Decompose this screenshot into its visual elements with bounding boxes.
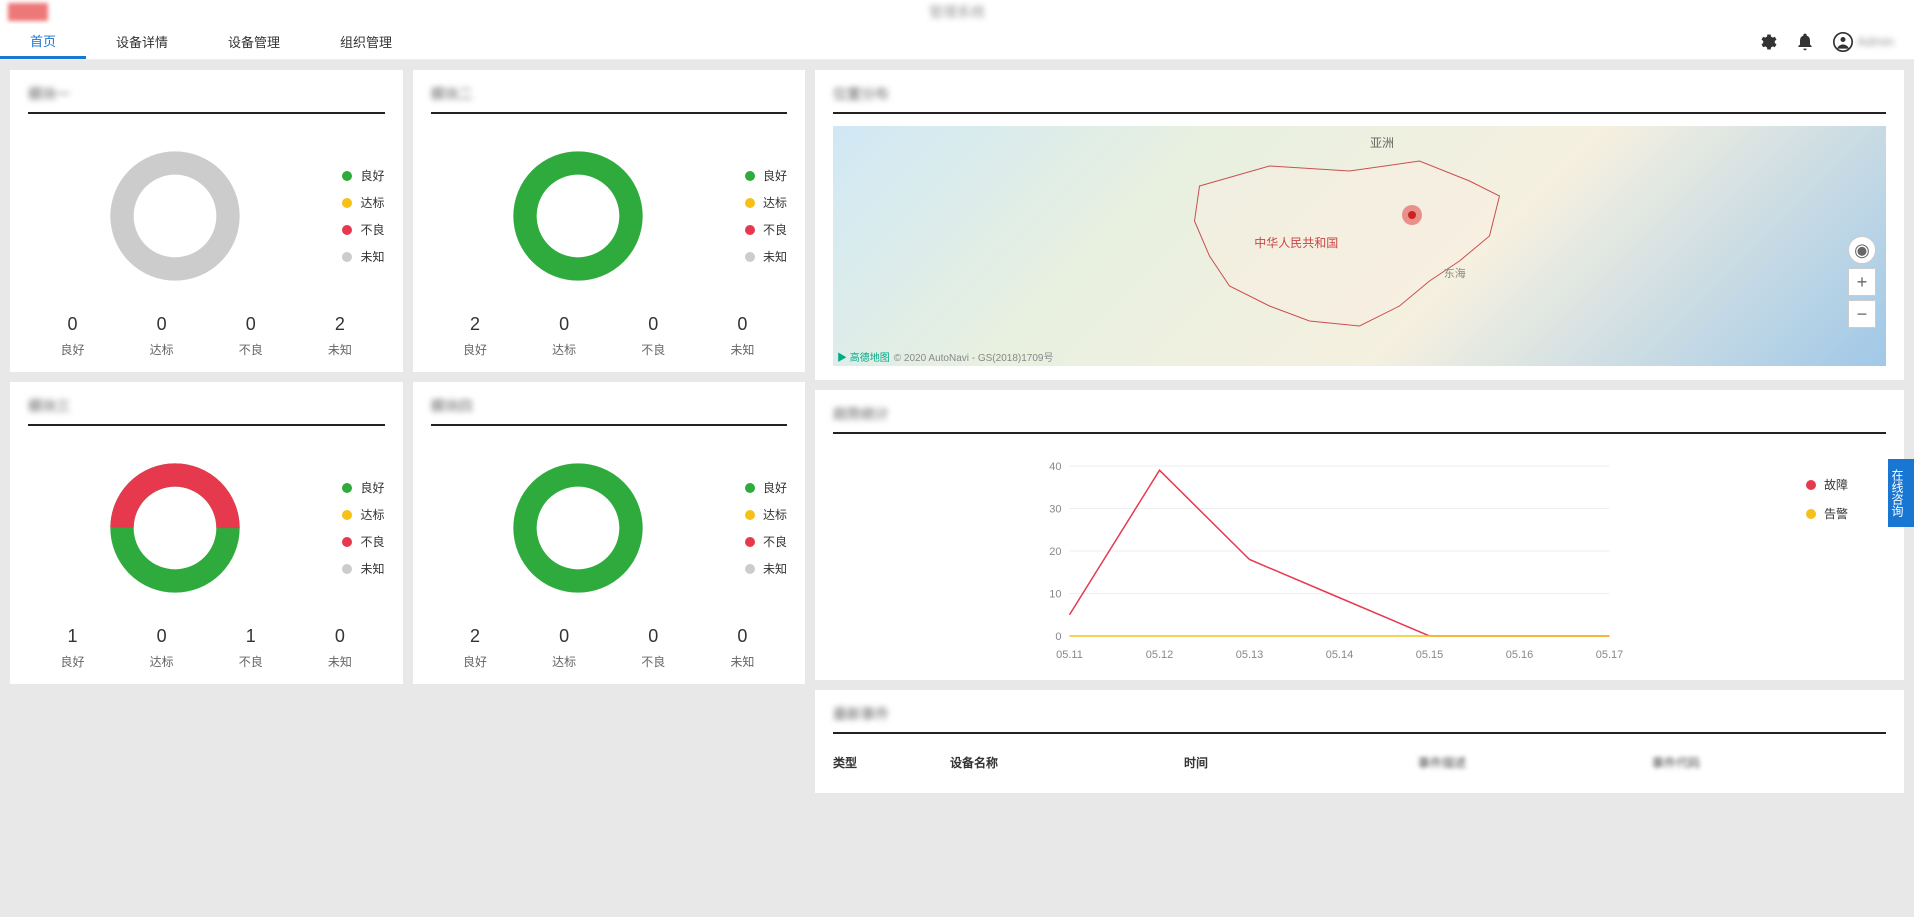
map-label-continent: 亚洲 xyxy=(1370,134,1394,151)
nav-tab-device-detail[interactable]: 设备详情 xyxy=(86,24,198,59)
nav-tabs: 首页 设备详情 设备管理 组织管理 xyxy=(0,24,422,59)
map-zoom-in-button[interactable]: + xyxy=(1848,268,1876,296)
dot-pass xyxy=(342,198,352,208)
svg-text:05.16: 05.16 xyxy=(1506,649,1534,661)
legend: 良好 达标 不良 未知 xyxy=(342,167,384,265)
svg-text:30: 30 xyxy=(1049,504,1061,516)
card-title: 模块一 xyxy=(28,86,70,102)
map-zoom-out-button[interactable]: − xyxy=(1848,300,1876,328)
map-card: 位置分布 亚洲 中华人民共和国 东海 ◉ + − ▶ 高德地图 © 2020 A… xyxy=(815,70,1904,380)
card-title: 最新事件 xyxy=(833,706,889,722)
svg-text:05.11: 05.11 xyxy=(1056,649,1083,661)
nav-tab-home[interactable]: 首页 xyxy=(0,24,86,59)
card-title: 模块四 xyxy=(431,398,473,414)
map-locate-button[interactable]: ◉ xyxy=(1848,236,1876,264)
svg-text:05.14: 05.14 xyxy=(1326,649,1354,661)
th-device: 设备名称 xyxy=(950,754,1184,771)
th-time: 时间 xyxy=(1184,754,1418,771)
donut-chart-1 xyxy=(105,146,245,286)
user-menu[interactable]: Admin xyxy=(1833,32,1894,52)
dot-bad xyxy=(342,225,352,235)
map-label-sea: 东海 xyxy=(1444,265,1466,281)
left-column: 模块一 良好 达标 不良 未知 0良好 0达标 0不良 2未知 xyxy=(10,70,805,793)
svg-text:40: 40 xyxy=(1049,461,1061,473)
right-column: 位置分布 亚洲 中华人民共和国 东海 ◉ + − ▶ 高德地图 © 2020 A… xyxy=(815,70,1904,793)
svg-text:10: 10 xyxy=(1049,589,1061,601)
nav-tab-device-manage[interactable]: 设备管理 xyxy=(198,24,310,59)
svg-text:05.15: 05.15 xyxy=(1416,649,1444,661)
donut-chart-2 xyxy=(508,146,648,286)
user-icon xyxy=(1833,32,1853,52)
map-controls: ◉ + − xyxy=(1848,236,1876,328)
card-title: 位置分布 xyxy=(833,86,889,102)
donut-chart-4 xyxy=(508,458,648,598)
stats-row: 0良好 0达标 0不良 2未知 xyxy=(28,314,385,358)
svg-text:0: 0 xyxy=(1055,631,1061,643)
user-name: Admin xyxy=(1857,34,1894,49)
nav-right: Admin xyxy=(1757,32,1914,52)
status-card-4: 模块四 良好 达标 不良 未知 2良好 0达标 0不良 0未知 xyxy=(413,382,806,684)
app-title: 管理系统 xyxy=(929,2,985,22)
status-card-1: 模块一 良好 达标 不良 未知 0良好 0达标 0不良 2未知 xyxy=(10,70,403,372)
bell-icon[interactable] xyxy=(1795,32,1815,52)
svg-text:05.13: 05.13 xyxy=(1236,649,1264,661)
latest-events-card: 最新事件 类型 设备名称 时间 事件描述 事件代码 xyxy=(815,690,1904,793)
map-attribution: ▶ 高德地图 © 2020 AutoNavi - GS(2018)1709号 xyxy=(837,349,1053,364)
status-card-2: 模块二 良好 达标 不良 未知 2良好 0达标 0不良 0未知 xyxy=(413,70,806,372)
navbar: 管理系统 首页 设备详情 设备管理 组织管理 Admin xyxy=(0,24,1914,60)
map-label-country: 中华人民共和国 xyxy=(1254,234,1338,251)
svg-text:05.12: 05.12 xyxy=(1146,649,1174,661)
dot-unknown xyxy=(342,252,352,262)
th-desc: 事件描述 xyxy=(1418,754,1652,771)
online-help-button[interactable]: 在线咨询 xyxy=(1888,459,1914,527)
gear-icon[interactable] xyxy=(1757,32,1777,52)
chart-legend: 故障 告警 xyxy=(1806,446,1886,666)
map-marker[interactable] xyxy=(1402,205,1422,225)
svg-text:05.17: 05.17 xyxy=(1596,649,1624,661)
card-title: 趋势统计 xyxy=(833,406,889,422)
card-title: 模块二 xyxy=(431,86,473,102)
status-card-3: 模块三 良好 达标 不良 未知 1良好 0达标 1不良 0未知 xyxy=(10,382,403,684)
line-chart: 0 10 20 30 40 05.11 05.12 05.13 05.14 05.15 05.16 0… xyxy=(833,446,1806,666)
dot-good xyxy=(342,171,352,181)
card-title: 模块三 xyxy=(28,398,70,414)
map-canvas[interactable]: 亚洲 中华人民共和国 东海 ◉ + − ▶ 高德地图 © 2020 AutoNa… xyxy=(833,126,1886,366)
table-header: 类型 设备名称 时间 事件描述 事件代码 xyxy=(833,746,1886,779)
line-chart-card: 趋势统计 01020304005.1105.1205.1305.1405.150… xyxy=(815,390,1904,680)
content: 模块一 良好 达标 不良 未知 0良好 0达标 0不良 2未知 xyxy=(0,60,1914,803)
nav-tab-org-manage[interactable]: 组织管理 xyxy=(310,24,422,59)
map-svg xyxy=(833,126,1886,366)
donut-chart-3 xyxy=(105,458,245,598)
th-type: 类型 xyxy=(833,754,950,771)
dot-fault xyxy=(1806,480,1816,490)
app-logo xyxy=(8,3,48,21)
dot-alarm xyxy=(1806,509,1816,519)
svg-text:20: 20 xyxy=(1049,546,1061,558)
th-code: 事件代码 xyxy=(1652,754,1886,771)
